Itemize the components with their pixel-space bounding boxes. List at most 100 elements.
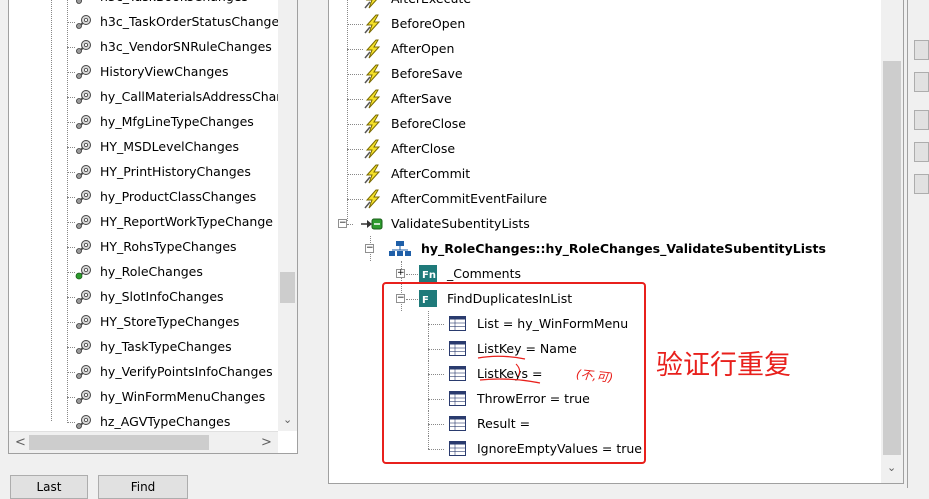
gear-icon: [75, 239, 93, 255]
scroll-left-icon[interactable]: <: [15, 435, 26, 450]
svg-text:Fn: Fn: [422, 270, 436, 281]
tree-item-label: h3c_VendorSNRuleChanges: [100, 39, 272, 54]
collapse-icon[interactable]: −: [338, 219, 347, 228]
gear-icon: [75, 39, 93, 55]
side-button-3[interactable]: [914, 110, 929, 130]
event-node[interactable]: AfterExecute: [329, 0, 879, 11]
tree-item[interactable]: h3c_TaskBooksChanges: [9, 0, 277, 9]
last-button[interactable]: Last: [10, 475, 88, 499]
method-node[interactable]: − hy_RoleChanges::hy_RoleChanges_Validate…: [329, 236, 879, 261]
tree-item-label: hy_CallMaterialsAddressChan: [100, 89, 285, 104]
event-node[interactable]: BeforeOpen: [329, 11, 879, 36]
gear-icon: [75, 89, 93, 105]
event-node-label: AfterExecute: [391, 0, 471, 11]
lightning-icon: [363, 14, 383, 34]
event-node[interactable]: AfterCommit: [329, 161, 879, 186]
tree-item-label: hy_MfgLineTypeChanges: [100, 114, 254, 129]
tree-item[interactable]: hy_WinFormMenuChanges: [9, 384, 277, 409]
left-hscroll-thumb[interactable]: [29, 435, 209, 450]
event-node-label: BeforeOpen: [391, 16, 466, 31]
gear-icon: [75, 414, 93, 430]
gear-icon: [75, 189, 93, 205]
lightning-icon: [363, 0, 383, 9]
tree-item[interactable]: hy_RoleChanges: [9, 259, 277, 284]
side-button-2[interactable]: [914, 72, 929, 92]
tree-item-label: HY_StoreTypeChanges: [100, 314, 240, 329]
tree-item-label: HistoryViewChanges: [100, 64, 229, 79]
event-node[interactable]: AfterClose: [329, 136, 879, 161]
gear-icon: [75, 339, 93, 355]
side-button-5[interactable]: [914, 174, 929, 194]
tree-item[interactable]: hy_CallMaterialsAddressChan: [9, 84, 284, 109]
tree-item[interactable]: h3c_VendorSNRuleChanges: [9, 34, 277, 59]
lightning-icon: [363, 139, 383, 159]
tree-item[interactable]: HistoryViewChanges: [9, 59, 277, 84]
lightning-icon: [363, 39, 383, 59]
gear-icon: [75, 314, 93, 330]
find-button[interactable]: Find: [98, 475, 188, 499]
side-button-1[interactable]: [914, 40, 929, 60]
side-panel-edge: [907, 0, 908, 488]
gear-icon: [75, 64, 93, 80]
validate-node[interactable]: − ValidateSubentityLists: [329, 211, 879, 236]
left-scroll-thumb[interactable]: [280, 272, 295, 303]
tree-item-label: hy_ProductClassChanges: [100, 189, 257, 204]
tree-item[interactable]: hy_TaskTypeChanges: [9, 334, 277, 359]
tree-item[interactable]: HY_PrintHistoryChanges: [9, 159, 277, 184]
event-node[interactable]: BeforeSave: [329, 61, 879, 86]
validate-node-label: ValidateSubentityLists: [391, 216, 530, 231]
gear-icon: [75, 164, 93, 180]
tree-item[interactable]: HY_RohsTypeChanges: [9, 234, 277, 259]
event-node-label: AfterSave: [391, 91, 452, 106]
tree-item-label: h3c_TaskBooksChanges: [100, 0, 248, 9]
event-node[interactable]: AfterCommitEventFailure: [329, 186, 879, 211]
tree-item-label: hy_SlotInfoChanges: [100, 289, 224, 304]
tree-item-label: HY_MSDLevelChanges: [100, 139, 239, 154]
tree-item[interactable]: hy_VerifyPointsInfoChanges: [9, 359, 277, 384]
right-vertical-scrollbar[interactable]: ⌄: [881, 0, 903, 483]
event-node[interactable]: AfterSave: [329, 86, 879, 111]
tree-item[interactable]: hy_MfgLineTypeChanges: [9, 109, 277, 134]
entity-tree-pane[interactable]: h3c_TaskBooksChanges h3c_TaskOrderStatusC…: [8, 0, 298, 454]
gear-icon: [75, 364, 93, 380]
scroll-down-icon[interactable]: ⌄: [887, 461, 896, 474]
gear-icon: [75, 214, 93, 230]
event-node-label: AfterCommitEventFailure: [391, 191, 548, 206]
gear-icon: [75, 14, 93, 30]
left-vertical-scrollbar[interactable]: ⌄: [278, 0, 297, 431]
tree-item-label: h3c_TaskOrderStatusChange: [100, 14, 280, 29]
left-horizontal-scrollbar[interactable]: < >: [9, 431, 278, 453]
tree-item[interactable]: h3c_TaskOrderStatusChange: [9, 9, 280, 34]
event-node[interactable]: AfterOpen: [329, 36, 879, 61]
event-node[interactable]: BeforeClose: [329, 111, 879, 136]
side-button-4[interactable]: [914, 142, 929, 162]
annotation-note: 验证行重复: [656, 350, 791, 381]
hierarchy-icon: [389, 241, 411, 256]
tree-item-label: hy_VerifyPointsInfoChanges: [100, 364, 273, 379]
lightning-icon: [363, 114, 383, 134]
lightning-icon: [363, 64, 383, 84]
tree-item[interactable]: HY_ReportWorkTypeChange: [9, 209, 277, 234]
tree-item-label: hy_RoleChanges: [100, 264, 203, 279]
tree-item[interactable]: HY_MSDLevelChanges: [9, 134, 277, 159]
tree-item-label: hy_WinFormMenuChanges: [100, 389, 266, 404]
gear-icon: [75, 139, 93, 155]
tree-item-label: HY_ReportWorkTypeChange: [100, 214, 273, 229]
event-node-label: BeforeClose: [391, 116, 466, 131]
gear-icon: [75, 114, 93, 130]
tree-item[interactable]: hy_ProductClassChanges: [9, 184, 277, 209]
scroll-right-icon[interactable]: >: [261, 435, 272, 450]
method-node-label: hy_RoleChanges::hy_RoleChanges_ValidateS…: [421, 241, 826, 256]
validate-icon: [361, 218, 383, 230]
tree-item[interactable]: HY_StoreTypeChanges: [9, 309, 277, 334]
gear-icon: [75, 389, 93, 405]
right-scroll-thumb[interactable]: [883, 61, 901, 455]
event-node-label: BeforeSave: [391, 66, 463, 81]
tree-item[interactable]: hy_SlotInfoChanges: [9, 284, 277, 309]
tree-item-label: HY_RohsTypeChanges: [100, 239, 237, 254]
lightning-icon: [363, 89, 383, 109]
gear-icon: [75, 0, 93, 5]
collapse-icon[interactable]: −: [365, 244, 374, 253]
expand-icon[interactable]: +: [396, 269, 405, 278]
scroll-down-icon[interactable]: ⌄: [283, 413, 292, 426]
